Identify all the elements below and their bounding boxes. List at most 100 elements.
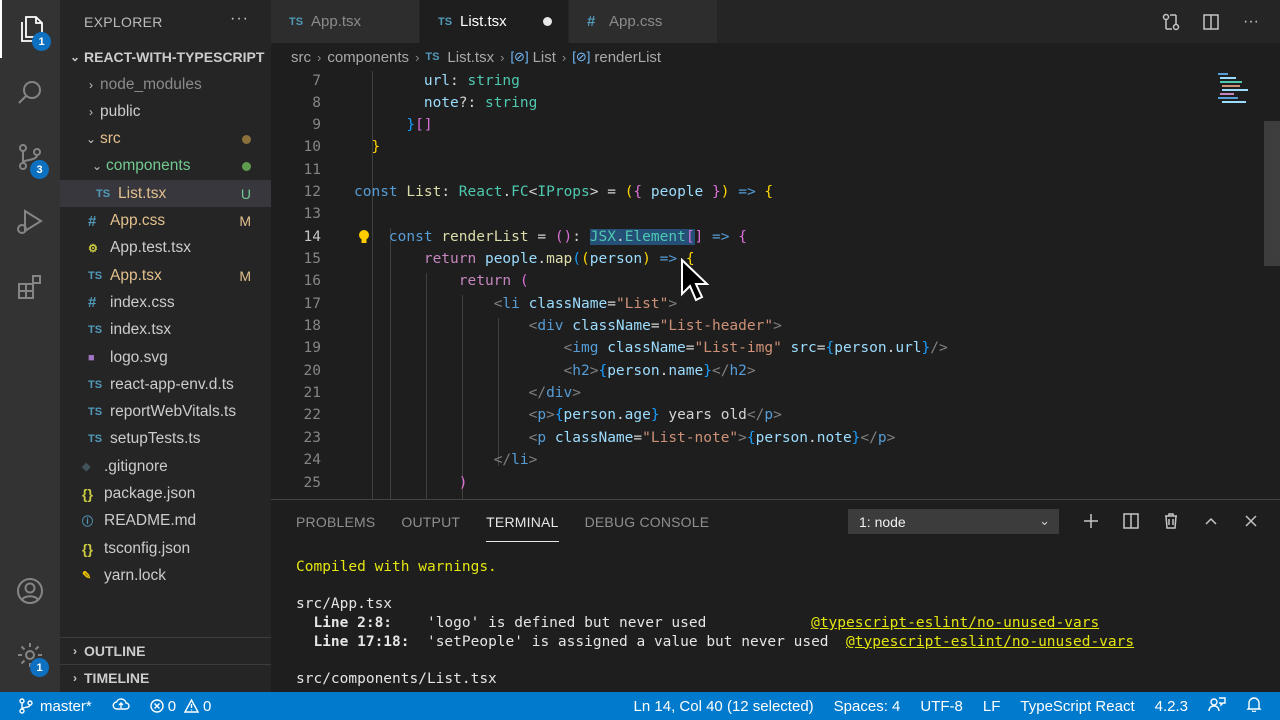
project-folder-header[interactable]: ⌄ REACT-WITH-TYPESCRIPT	[60, 43, 271, 71]
editor-actions: ···	[1160, 11, 1262, 33]
tree-item-app-tsx[interactable]: TS App.tsx M	[60, 262, 271, 289]
tab-terminal[interactable]: TERMINAL	[486, 500, 559, 542]
tab-app-css[interactable]: # App.css	[569, 0, 718, 43]
code-line: 23 <p className="List-note">{person.note…	[303, 430, 896, 447]
tree-item-yarn-lock[interactable]: ✎ yarn.lock	[60, 562, 271, 589]
terminal-select[interactable]: 1: node ⌄	[848, 509, 1059, 534]
warning-message: 'setPeople' is assigned a value but neve…	[426, 633, 829, 650]
outline-section[interactable]: › OUTLINE	[60, 637, 271, 664]
tree-item-reportwebvitals-ts[interactable]: TS reportWebVitals.ts	[60, 399, 271, 426]
indentation-status[interactable]: Spaces: 4	[834, 698, 901, 715]
minimap[interactable]	[1208, 71, 1280, 499]
tab-debug-console[interactable]: DEBUG CONSOLE	[585, 500, 710, 542]
git-status-letter: M	[239, 213, 251, 229]
code-text: </div>	[528, 385, 582, 402]
cursor-position[interactable]: Ln 14, Col 40 (12 selected)	[634, 698, 814, 715]
tree-item-app-test-tsx[interactable]: ⚙ App.test.tsx	[60, 235, 271, 262]
tab-output[interactable]: OUTPUT	[401, 500, 460, 542]
tab-app-tsx[interactable]: TS App.tsx	[271, 0, 420, 43]
chevron-right-icon: ›	[89, 77, 93, 92]
tree-item-index-tsx[interactable]: TS index.tsx	[60, 317, 271, 344]
tree-item-app-css[interactable]: # App.css M	[60, 208, 271, 235]
tree-item-readme-md[interactable]: ⓘ README.md	[60, 508, 271, 535]
tree-item-index-css[interactable]: # index.css	[60, 289, 271, 316]
tab-problems[interactable]: PROBLEMS	[296, 500, 375, 542]
problems-status[interactable]: 0 0	[149, 698, 211, 715]
trash-icon[interactable]	[1160, 509, 1182, 533]
eol-status[interactable]: LF	[983, 698, 1001, 715]
typescript-file-icon: TS	[438, 15, 453, 28]
settings-gear-icon[interactable]: 1	[0, 626, 60, 684]
breadcrumb-item[interactable]: List.tsx	[447, 49, 494, 66]
sync-cloud-icon[interactable]	[112, 696, 130, 716]
compare-changes-icon[interactable]	[1160, 11, 1182, 33]
split-terminal-icon[interactable]	[1120, 509, 1142, 533]
terminal-output[interactable]: Compiled with warnings. src/App.tsx Line…	[296, 558, 1134, 689]
tree-item--gitignore[interactable]: ◆ .gitignore	[60, 453, 271, 480]
terminal-file-path: src/components/List.tsx	[296, 671, 497, 688]
warning-icon	[184, 699, 200, 713]
source-control-icon[interactable]: 3	[0, 128, 60, 186]
more-actions-icon[interactable]: ···	[230, 10, 249, 28]
tree-item-setuptests-ts[interactable]: TS setupTests.ts	[60, 426, 271, 453]
info-file-icon: ⓘ	[82, 516, 93, 529]
tree-item-tsconfig-json[interactable]: {} tsconfig.json	[60, 535, 271, 562]
code-text: url: string	[423, 73, 520, 90]
warning-message: 'logo' is defined but never used	[426, 615, 707, 632]
activity-bar: 1 3 1	[0, 0, 60, 692]
chevron-right-icon: ›	[89, 104, 93, 119]
encoding-status[interactable]: UTF-8	[920, 698, 963, 715]
tree-item-label: components	[106, 157, 191, 175]
warning-rule-link[interactable]: @typescript-eslint/no-unused-vars	[811, 615, 1099, 631]
lightbulb-icon[interactable]	[357, 229, 371, 249]
new-terminal-plus-icon[interactable]	[1080, 509, 1102, 533]
breadcrumb-item[interactable]: renderList	[594, 49, 661, 66]
warning-rule-link[interactable]: @typescript-eslint/no-unused-vars	[846, 634, 1134, 650]
more-actions-icon[interactable]: ···	[1240, 11, 1262, 33]
timeline-section[interactable]: › TIMELINE	[60, 664, 271, 691]
search-icon[interactable]	[0, 64, 60, 122]
account-icon[interactable]	[0, 562, 60, 620]
minimap-line	[1220, 77, 1236, 79]
tree-item-src[interactable]: ⌄ src	[60, 126, 271, 153]
tab-list-tsx[interactable]: TS List.tsx	[420, 0, 569, 43]
code-editor[interactable]: 7 url: string 8 note?: string 9 }[] 10 }…	[271, 71, 1280, 499]
tree-item-label: package.json	[104, 485, 196, 502]
close-panel-icon[interactable]	[1240, 509, 1262, 533]
branch-status[interactable]: master*	[18, 698, 92, 715]
maximize-panel-chevron-up-icon[interactable]	[1200, 509, 1222, 533]
split-editor-icon[interactable]	[1200, 11, 1222, 33]
run-debug-icon[interactable]	[0, 192, 60, 250]
tree-item-label: setupTests.ts	[110, 430, 201, 448]
explorer-icon[interactable]: 1	[0, 0, 60, 58]
chevron-right-icon: ›	[73, 644, 77, 658]
panel-actions	[1080, 509, 1262, 533]
tree-item-public[interactable]: › public	[60, 98, 271, 125]
terminal-compiled-text: Compiled with warnings.	[296, 559, 497, 575]
tree-item-label: index.tsx	[110, 321, 172, 339]
extensions-icon[interactable]	[0, 258, 60, 316]
tree-item-components[interactable]: ⌄ components	[60, 153, 271, 180]
tree-item-package-json[interactable]: {} package.json	[60, 481, 271, 508]
typescript-file-icon: TS	[88, 269, 103, 282]
feedback-icon[interactable]	[1208, 696, 1226, 716]
code-line: 24 </li>	[303, 452, 538, 469]
minimap-line	[1218, 97, 1238, 99]
breadcrumb-item[interactable]: src	[291, 49, 311, 66]
error-icon	[149, 699, 164, 713]
typescript-version[interactable]: 4.2.3	[1155, 698, 1188, 715]
unsaved-dot-icon[interactable]	[543, 17, 552, 26]
scrollbar-thumb[interactable]	[1264, 121, 1280, 266]
chevron-right-icon: ›	[500, 49, 505, 65]
breadcrumb-item[interactable]: List	[533, 49, 556, 66]
language-mode[interactable]: TypeScript React	[1020, 698, 1134, 715]
typescript-file-icon: TS	[289, 15, 304, 28]
tree-item-node-modules[interactable]: › node_modules	[60, 71, 271, 98]
tree-item-label: README.md	[104, 512, 197, 530]
warning-location: Line 17:18:	[313, 633, 410, 650]
breadcrumb-item[interactable]: components	[327, 49, 409, 66]
tree-item-logo-svg[interactable]: ■ logo.svg	[60, 344, 271, 371]
notifications-bell-icon[interactable]	[1246, 696, 1262, 716]
tree-item-list-tsx[interactable]: TS List.tsx U	[60, 180, 271, 208]
tree-item-react-app-env-d-ts[interactable]: TS react-app-env.d.ts	[60, 371, 271, 398]
